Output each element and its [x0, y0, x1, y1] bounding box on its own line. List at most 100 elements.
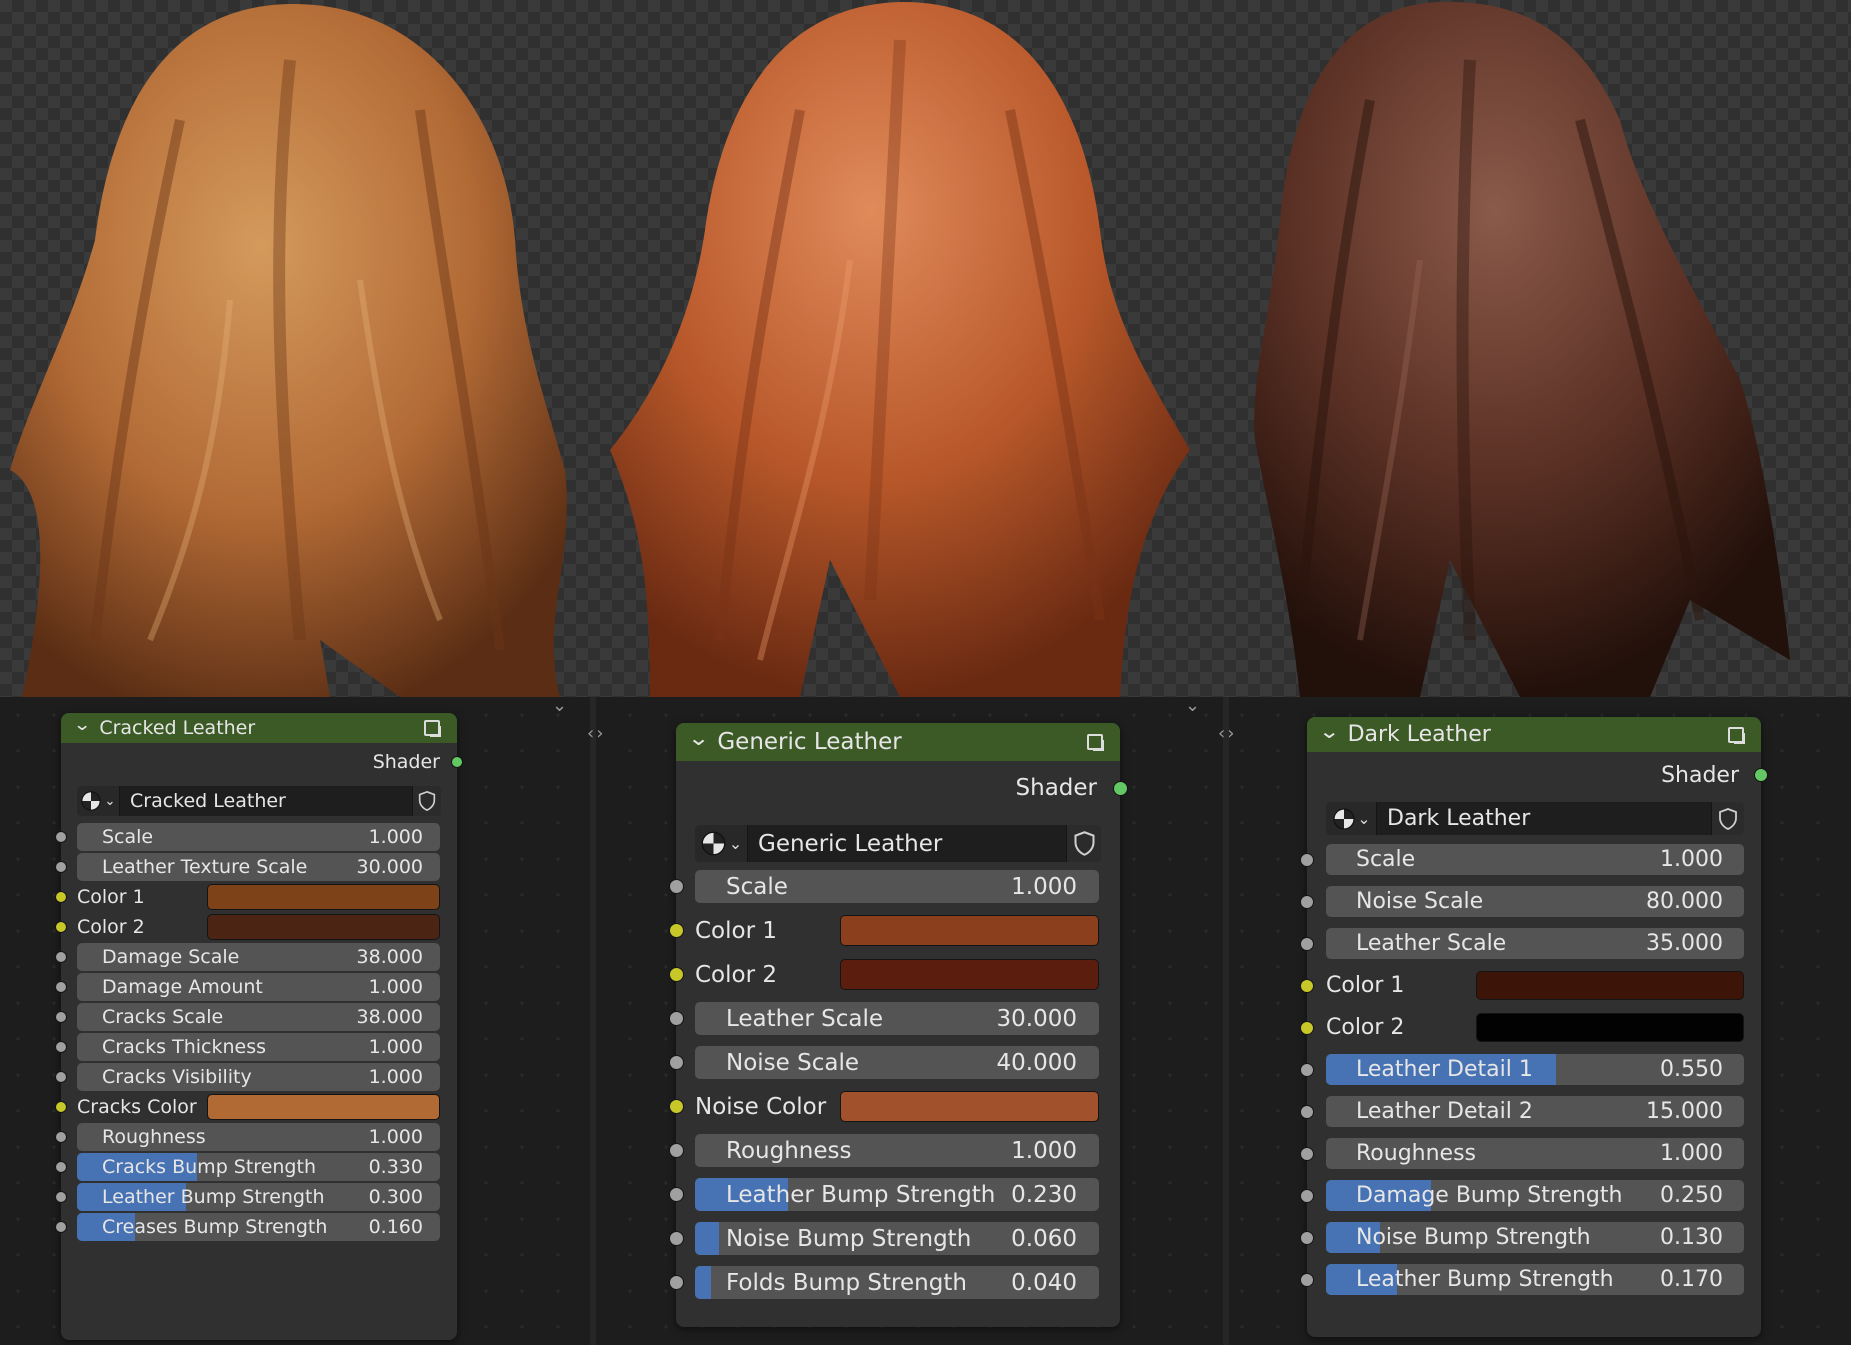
node-editor[interactable]: ⌄ ⌄ ‹› ‹› ⌄ Cracked Leather Shader ⌄ Cracke…: [0, 697, 1851, 1345]
color-2-color-swatch[interactable]: [840, 959, 1099, 990]
material-name-field[interactable]: Generic Leather: [748, 825, 1066, 862]
color-2-socket[interactable]: [1300, 1020, 1314, 1035]
damage-bump-strength-field[interactable]: Damage Bump Strength 0.250: [1326, 1180, 1744, 1211]
shield-icon[interactable]: [1066, 825, 1101, 862]
damage-bump-strength-socket[interactable]: [1300, 1188, 1314, 1203]
node-group-icon[interactable]: [1725, 725, 1747, 745]
material-name-field[interactable]: Dark Leather: [1377, 802, 1711, 835]
folds-bump-strength-socket[interactable]: [668, 1275, 684, 1290]
color-2-socket[interactable]: [668, 967, 684, 982]
scale-socket[interactable]: [55, 831, 67, 843]
cracks-visibility-field[interactable]: Cracks Visibility 1.000: [77, 1063, 440, 1091]
leather-bump-strength-socket[interactable]: [1300, 1272, 1314, 1287]
leather-bump-strength-field[interactable]: Leather Bump Strength 0.170: [1326, 1264, 1744, 1295]
area-divider[interactable]: [590, 697, 596, 1345]
noise-scale-socket[interactable]: [1300, 894, 1314, 909]
color-1-color-swatch[interactable]: [207, 884, 440, 910]
leather-bump-strength-socket[interactable]: [55, 1191, 67, 1203]
node-group-icon[interactable]: [1084, 732, 1106, 752]
material-ball-icon[interactable]: ⌄: [77, 786, 120, 816]
cracks-color-color-swatch[interactable]: [207, 1094, 440, 1120]
roughness-field[interactable]: Roughness 1.000: [1326, 1138, 1744, 1169]
scale-socket[interactable]: [668, 879, 684, 894]
noise-color-color-swatch[interactable]: [840, 1091, 1099, 1122]
leather-bump-strength-socket[interactable]: [668, 1187, 684, 1202]
material-ball-icon[interactable]: ⌄: [695, 825, 748, 862]
scale-field[interactable]: Scale 1.000: [77, 823, 440, 851]
leather-detail-1-socket[interactable]: [1300, 1062, 1314, 1077]
cracks-bump-strength-socket[interactable]: [55, 1161, 67, 1173]
cracks-visibility-socket[interactable]: [55, 1071, 67, 1083]
shader-output-socket[interactable]: [1754, 768, 1768, 782]
noise-bump-strength-socket[interactable]: [1300, 1230, 1314, 1245]
node-generic-leather[interactable]: ⌄ Generic Leather Shader ⌄ Generic Leather S…: [668, 723, 1128, 1327]
leather-texture-scale-socket[interactable]: [55, 861, 67, 873]
cracks-color-socket[interactable]: [55, 1101, 67, 1113]
material-selector[interactable]: ⌄ Dark Leather: [1326, 802, 1744, 835]
roughness-socket[interactable]: [668, 1143, 684, 1158]
cracks-thickness-socket[interactable]: [55, 1041, 67, 1053]
folds-bump-strength-field[interactable]: Folds Bump Strength 0.040: [695, 1266, 1099, 1299]
noise-bump-strength-field[interactable]: Noise Bump Strength 0.130: [1326, 1222, 1744, 1253]
leather-detail-2-socket[interactable]: [1300, 1104, 1314, 1119]
shield-icon[interactable]: [1711, 802, 1744, 835]
cracks-scale-socket[interactable]: [55, 1011, 67, 1023]
cracks-bump-strength-field[interactable]: Cracks Bump Strength 0.330: [77, 1153, 440, 1181]
material-ball-icon[interactable]: ⌄: [1326, 802, 1377, 835]
noise-bump-strength-socket[interactable]: [668, 1231, 684, 1246]
leather-detail-1-field[interactable]: Leather Detail 1 0.550: [1326, 1054, 1744, 1085]
color-1-socket[interactable]: [1300, 978, 1314, 993]
scale-socket[interactable]: [1300, 852, 1314, 867]
roughness-field[interactable]: Roughness 1.000: [695, 1134, 1099, 1167]
damage-scale-socket[interactable]: [55, 951, 67, 963]
leather-bump-strength-field[interactable]: Leather Bump Strength 0.300: [77, 1183, 440, 1211]
color-1-color-swatch[interactable]: [840, 915, 1099, 946]
scale-field[interactable]: Scale 1.000: [1326, 844, 1744, 875]
leather-scale-field[interactable]: Leather Scale 35.000: [1326, 928, 1744, 959]
node-dark-leather[interactable]: ⌄ Dark Leather Shader ⌄ Dark Leather Scale 1.…: [1300, 717, 1768, 1337]
material-name-field[interactable]: Cracked Leather: [120, 786, 412, 816]
leather-scale-field[interactable]: Leather Scale 30.000: [695, 1002, 1099, 1035]
material-selector[interactable]: ⌄ Generic Leather: [695, 825, 1101, 862]
chevron-down-icon[interactable]: ⌄: [687, 726, 710, 750]
leather-detail-2-field[interactable]: Leather Detail 2 15.000: [1326, 1096, 1744, 1127]
color-1-socket[interactable]: [668, 923, 684, 938]
creases-bump-strength-field[interactable]: Creases Bump Strength 0.160: [77, 1213, 440, 1241]
noise-scale-field[interactable]: Noise Scale 40.000: [695, 1046, 1099, 1079]
roughness-socket[interactable]: [55, 1131, 67, 1143]
roughness-field[interactable]: Roughness 1.000: [77, 1123, 440, 1151]
material-selector[interactable]: ⌄ Cracked Leather: [77, 786, 441, 816]
color-2-socket[interactable]: [55, 921, 67, 933]
color-1-color-swatch[interactable]: [1476, 971, 1744, 1000]
swap-arrows-icon[interactable]: ‹›: [587, 723, 605, 744]
damage-scale-field[interactable]: Damage Scale 38.000: [77, 943, 440, 971]
node-header[interactable]: ⌄ Dark Leather: [1307, 717, 1761, 752]
color-1-socket[interactable]: [55, 891, 67, 903]
cracks-thickness-field[interactable]: Cracks Thickness 1.000: [77, 1033, 440, 1061]
node-group-icon[interactable]: [421, 718, 443, 738]
noise-color-socket[interactable]: [668, 1099, 684, 1114]
shield-icon[interactable]: [412, 786, 441, 816]
noise-scale-field[interactable]: Noise Scale 80.000: [1326, 886, 1744, 917]
chevron-down-icon[interactable]: ⌄: [1319, 720, 1341, 743]
damage-amount-field[interactable]: Damage Amount 1.000: [77, 973, 440, 1001]
area-divider[interactable]: [1223, 697, 1229, 1345]
node-cracked-leather[interactable]: ⌄ Cracked Leather Shader ⌄ Cracked Leather S…: [55, 713, 463, 1340]
node-header[interactable]: ⌄ Generic Leather: [676, 723, 1120, 761]
chevron-down-icon[interactable]: ⌄: [73, 715, 92, 735]
chevron-down-icon[interactable]: ⌄: [1185, 697, 1200, 715]
chevron-down-icon[interactable]: ⌄: [552, 697, 567, 715]
color-2-color-swatch[interactable]: [1476, 1013, 1744, 1042]
shader-output-socket[interactable]: [1112, 780, 1128, 796]
node-header[interactable]: ⌄ Cracked Leather: [61, 713, 457, 743]
shader-output-socket[interactable]: [451, 756, 463, 768]
leather-texture-scale-field[interactable]: Leather Texture Scale 30.000: [77, 853, 440, 881]
leather-scale-socket[interactable]: [1300, 936, 1314, 951]
color-2-color-swatch[interactable]: [207, 914, 440, 940]
noise-scale-socket[interactable]: [668, 1055, 684, 1070]
creases-bump-strength-socket[interactable]: [55, 1221, 67, 1233]
roughness-socket[interactable]: [1300, 1146, 1314, 1161]
leather-scale-socket[interactable]: [668, 1011, 684, 1026]
leather-bump-strength-field[interactable]: Leather Bump Strength 0.230: [695, 1178, 1099, 1211]
cracks-scale-field[interactable]: Cracks Scale 38.000: [77, 1003, 440, 1031]
